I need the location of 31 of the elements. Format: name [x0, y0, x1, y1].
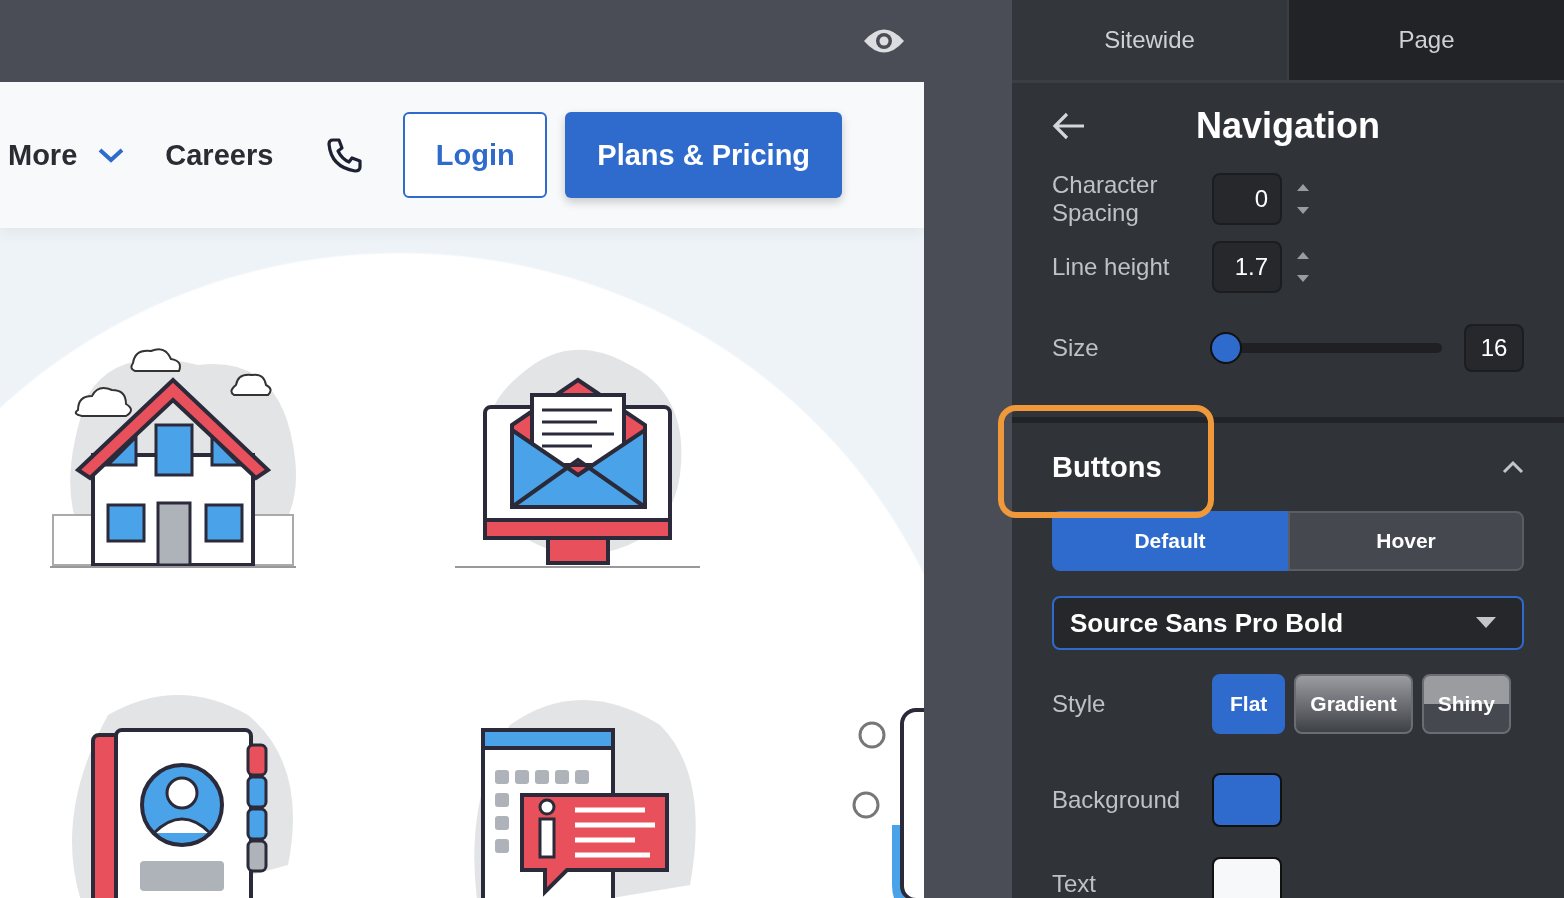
color-swatch[interactable]: [1212, 857, 1282, 898]
menu-dropdown[interactable]: More: [8, 138, 126, 172]
pricing-button[interactable]: Plans & Pricing: [565, 112, 843, 198]
field-label: Text: [1052, 870, 1097, 898]
phone-icon[interactable]: [327, 137, 364, 173]
field-label: Line height: [1052, 253, 1171, 281]
value-field[interactable]: 16: [1464, 324, 1524, 372]
field-label: Size: [1052, 334, 1100, 362]
back-arrow-icon[interactable]: [1052, 111, 1086, 141]
chevron-down-icon: [97, 146, 126, 164]
font-dropdown[interactable]: Source Sans Pro Bold: [1052, 596, 1524, 650]
field-label: Background: [1052, 786, 1182, 814]
state-tab[interactable]: Hover: [1288, 511, 1524, 571]
state-tab[interactable]: Default: [1052, 511, 1288, 571]
color-swatch[interactable]: [1212, 773, 1282, 827]
nav-link[interactable]: Careers: [165, 138, 274, 172]
style-option[interactable]: Flat: [1212, 674, 1286, 734]
panel-title: Navigation: [1196, 105, 1380, 147]
tab[interactable]: Page: [1289, 0, 1564, 80]
number-field[interactable]: 0: [1212, 173, 1282, 225]
field-label: Style: [1052, 690, 1107, 718]
field-label: Character Spacing: [1052, 171, 1159, 227]
chevron-up-icon[interactable]: [1502, 460, 1524, 474]
style-option[interactable]: Shiny: [1421, 674, 1511, 734]
slider-thumb[interactable]: [1210, 332, 1242, 364]
caret-down-icon: [1476, 617, 1496, 629]
section-title[interactable]: Buttons: [1052, 450, 1162, 484]
size-slider[interactable]: [1210, 332, 1444, 364]
style-option[interactable]: Gradient: [1294, 674, 1413, 734]
login-button[interactable]: Login: [403, 112, 548, 198]
number-field[interactable]: 1.7: [1212, 241, 1282, 293]
